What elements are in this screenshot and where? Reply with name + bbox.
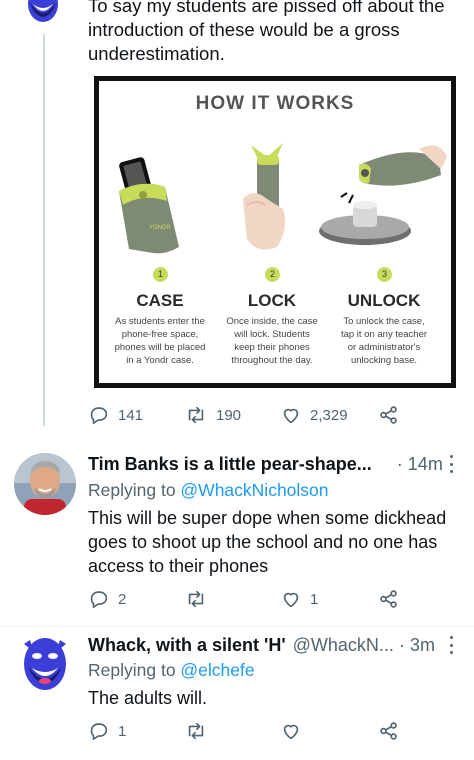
more-options-icon[interactable] bbox=[450, 455, 454, 473]
heart-icon bbox=[283, 408, 299, 424]
like-button[interactable] bbox=[280, 720, 302, 742]
reply-icon bbox=[90, 407, 108, 425]
share-icon bbox=[380, 722, 397, 740]
thread-line bbox=[43, 34, 45, 426]
step-description: Once inside, the case will lock. Students… bbox=[226, 316, 318, 366]
reply-actions: 1 bbox=[88, 720, 448, 742]
share-icon bbox=[380, 590, 397, 608]
retweet-button[interactable] bbox=[184, 588, 208, 610]
display-name[interactable]: Whack, with a silent 'H' bbox=[88, 635, 286, 655]
yondr-case-illustration: YONDR bbox=[119, 157, 179, 254]
timestamp[interactable]: · 3m bbox=[399, 635, 435, 655]
step-number: 3 bbox=[377, 267, 392, 282]
retweet-icon bbox=[188, 722, 204, 740]
reply-text-line: access to their phones bbox=[88, 556, 269, 576]
tweet-divider bbox=[0, 626, 474, 627]
reply-button[interactable]: 2 bbox=[88, 588, 126, 610]
reply-icon bbox=[90, 723, 108, 741]
more-options-icon[interactable] bbox=[450, 636, 454, 654]
reply-text-line: The adults will. bbox=[88, 688, 208, 708]
step-heading: UNLOCK bbox=[347, 291, 421, 310]
display-name[interactable]: Tim Banks is a little pear-shape... bbox=[88, 454, 372, 474]
reply-header: Whack, with a silent 'H' @WhackN... · 3m bbox=[88, 633, 435, 657]
reply-actions: 2 1 bbox=[88, 588, 448, 610]
step-heading: CASE bbox=[136, 291, 184, 310]
reply-count: 1 bbox=[118, 722, 127, 740]
reply-icon bbox=[90, 591, 108, 609]
step-description: As students enter the phone-free space, ph… bbox=[114, 316, 206, 366]
locked-case-illustration bbox=[243, 143, 285, 250]
tweet-text-line: underestimation. bbox=[88, 43, 225, 64]
svg-text:YONDR: YONDR bbox=[149, 225, 171, 231]
like-count: 2,329 bbox=[310, 406, 348, 424]
reply-header: Tim Banks is a little pear-shape... · 14… bbox=[88, 452, 443, 476]
replying-to: Replying to @elchefe bbox=[88, 660, 255, 680]
heart-icon bbox=[283, 724, 299, 740]
like-button[interactable]: 2,329 bbox=[280, 404, 348, 426]
handle[interactable]: @WhackN... bbox=[293, 635, 394, 655]
share-button[interactable] bbox=[378, 720, 400, 742]
mention-link[interactable]: @WhackNicholson bbox=[180, 480, 328, 500]
heart-icon bbox=[283, 592, 299, 608]
step-heading: LOCK bbox=[247, 291, 297, 310]
step-description: To unlock the case, tap it on any teacher… bbox=[340, 316, 428, 366]
like-count: 1 bbox=[310, 590, 319, 608]
reply-count: 2 bbox=[118, 590, 127, 608]
like-button[interactable]: 1 bbox=[280, 588, 318, 610]
reply-author-avatar[interactable] bbox=[14, 634, 76, 696]
step-number: 2 bbox=[265, 267, 280, 282]
replying-to: Replying to @WhackNicholson bbox=[88, 480, 329, 500]
retweet-count: 190 bbox=[216, 406, 242, 424]
retweet-icon bbox=[188, 590, 204, 608]
reply-count: 141 bbox=[118, 406, 144, 424]
share-button[interactable] bbox=[378, 404, 400, 426]
tweet-actions: 141 190 2,329 bbox=[88, 404, 448, 426]
retweet-button[interactable]: 190 bbox=[184, 404, 241, 426]
reply-text-line: goes to shoot up the school and no one h… bbox=[88, 532, 438, 552]
reply-author-avatar[interactable] bbox=[14, 453, 76, 515]
share-icon bbox=[380, 406, 397, 424]
tweet-text-line: To say my students are pissed off about … bbox=[88, 0, 445, 16]
step-number: 1 bbox=[153, 267, 168, 282]
retweet-icon bbox=[188, 406, 204, 424]
share-button[interactable] bbox=[378, 588, 400, 610]
reply-button[interactable]: 141 bbox=[88, 404, 143, 426]
author-avatar[interactable] bbox=[22, 0, 64, 30]
tweet-text-line: introduction of these would be a gross bbox=[88, 19, 400, 40]
image-title: HOW IT WORKS bbox=[195, 93, 355, 114]
mention-link[interactable]: @elchefe bbox=[180, 660, 254, 680]
reply-text-line: This will be super dope when some dickhe… bbox=[88, 508, 447, 528]
attached-image[interactable]: HOW IT WORKS YONDR 1 2 3 CASE LOCK UNLOC… bbox=[94, 76, 456, 388]
timestamp[interactable]: · 14m bbox=[397, 454, 443, 474]
unlocking-base-illustration bbox=[319, 145, 447, 245]
reply-button[interactable]: 1 bbox=[88, 720, 126, 742]
retweet-button[interactable] bbox=[184, 720, 208, 742]
